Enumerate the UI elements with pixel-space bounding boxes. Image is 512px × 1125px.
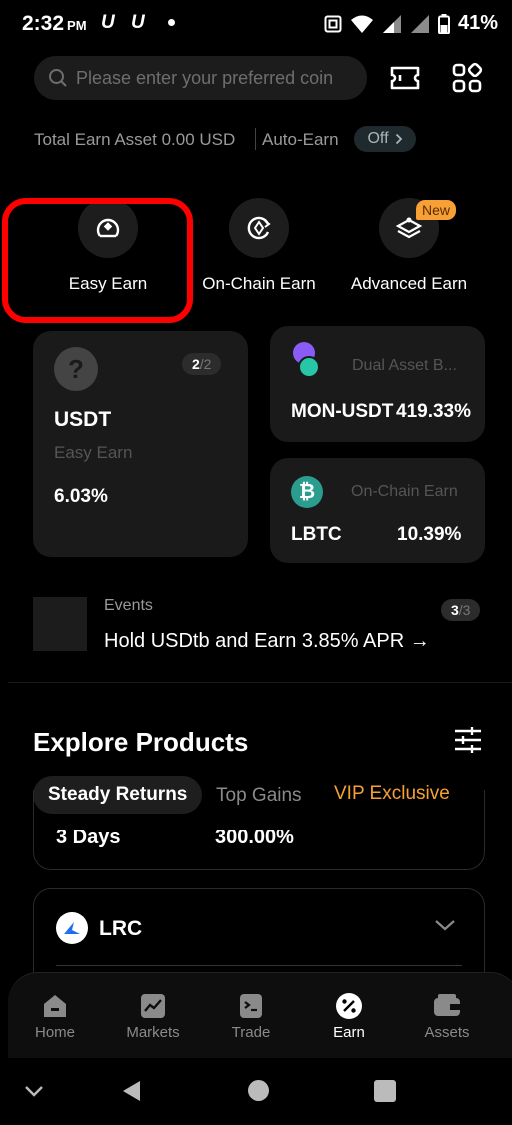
search-bar[interactable] (34, 56, 367, 100)
auto-earn-toggle[interactable]: Off (354, 126, 416, 152)
earn-icon (336, 993, 362, 1019)
nav-home[interactable]: Home (15, 992, 95, 1041)
apr-rate: 300.00% (215, 830, 294, 848)
nav-earn[interactable]: Earn (309, 992, 389, 1041)
pair-name: MON-USDT (291, 401, 394, 422)
divider (56, 965, 462, 966)
on-chain-earn-card[interactable] (270, 458, 485, 563)
battery-icon (437, 13, 450, 34)
auto-earn-state: Off (367, 130, 389, 147)
nav-label: Earn (333, 1024, 365, 1041)
unknown-coin-icon: ? (54, 347, 98, 391)
on-chain-icon (229, 198, 289, 258)
events-pager: 3/3 (441, 599, 481, 621)
coin-name: USDT (54, 408, 112, 431)
signal-icon (382, 14, 401, 33)
trade-icon (240, 994, 262, 1018)
coin-name: LBTC (291, 524, 342, 545)
lrc-coin-icon (56, 912, 88, 944)
category-label: Advanced Earn (350, 274, 468, 293)
signal-icon (410, 14, 429, 33)
assets-icon (434, 994, 460, 1016)
nav-assets[interactable]: Assets (407, 992, 487, 1041)
notification-u-icon: U (101, 12, 115, 33)
highlight-box (2, 198, 193, 323)
term: 3 Days (56, 830, 121, 848)
section-divider (8, 682, 512, 683)
category-label: On-Chain Earn (202, 274, 316, 293)
divider (255, 128, 256, 150)
chevron-right-icon (395, 133, 402, 145)
product-name: Dual Asset B... (352, 357, 457, 374)
nav-label: Assets (424, 1024, 470, 1041)
recents-icon[interactable] (374, 1080, 396, 1102)
pager-total: /2 (199, 356, 212, 372)
events-label: Events (104, 597, 153, 614)
battery-percent: 41% (457, 12, 498, 34)
status-indicators: 41% (324, 12, 498, 35)
event-thumbnail[interactable] (33, 597, 87, 651)
product-name: On-Chain Earn (351, 483, 458, 500)
nav-label: Trade (231, 1024, 271, 1041)
event-link[interactable]: Hold USDtb and Earn 3.85% APR → (104, 630, 430, 653)
home-icon (44, 995, 66, 1017)
explore-products-title: Explore Products (33, 727, 249, 757)
coin-name: LRC (99, 917, 143, 940)
category-on-chain-earn[interactable]: On-Chain Earn (184, 198, 334, 294)
lbtc-coin-icon: ₿ (291, 476, 323, 508)
grid-menu-icon[interactable] (449, 60, 485, 96)
product-row: 3 Days 300.00% (33, 830, 485, 870)
search-icon (49, 69, 67, 87)
nav-label: Markets (126, 1024, 180, 1041)
status-time: 2:32 PM (22, 12, 87, 36)
pager-current: 3 (451, 602, 459, 618)
status-time-value: 2:32 (22, 12, 65, 35)
back-icon[interactable] (121, 1079, 141, 1108)
nav-markets[interactable]: Markets (113, 992, 193, 1041)
notification-dot-icon (168, 19, 175, 26)
status-ampm: PM (67, 18, 87, 33)
markets-icon (141, 994, 165, 1018)
apr-rate: 6.03% (54, 486, 108, 507)
apr-rate: 10.39% (397, 524, 462, 545)
wifi-icon (350, 15, 373, 33)
keyboard-hide-icon[interactable] (24, 1084, 44, 1103)
pager-current: 2 (192, 356, 200, 372)
ticket-icon[interactable] (387, 60, 423, 96)
usdt-coin-icon (298, 356, 320, 378)
total-earn-asset: Total Earn Asset 0.00 USD (34, 130, 236, 149)
filter-icon[interactable] (453, 726, 483, 759)
pager-total: /3 (458, 602, 471, 618)
notification-u-icon: U (131, 12, 145, 33)
home-button-icon[interactable] (248, 1080, 269, 1101)
category-advanced-earn[interactable]: Advanced Earn (334, 198, 484, 294)
nav-trade[interactable]: Trade (211, 992, 291, 1041)
nfc-icon (324, 15, 342, 32)
chevron-down-icon[interactable] (434, 918, 456, 937)
search-input[interactable] (76, 67, 366, 89)
auto-earn-label: Auto-Earn (262, 130, 339, 149)
apr-rate: 419.33% (396, 401, 472, 422)
product-name: Easy Earn (54, 443, 133, 462)
card-pager: 2/2 (182, 353, 222, 375)
new-badge: New (416, 200, 457, 220)
nav-label: Home (34, 1024, 75, 1041)
